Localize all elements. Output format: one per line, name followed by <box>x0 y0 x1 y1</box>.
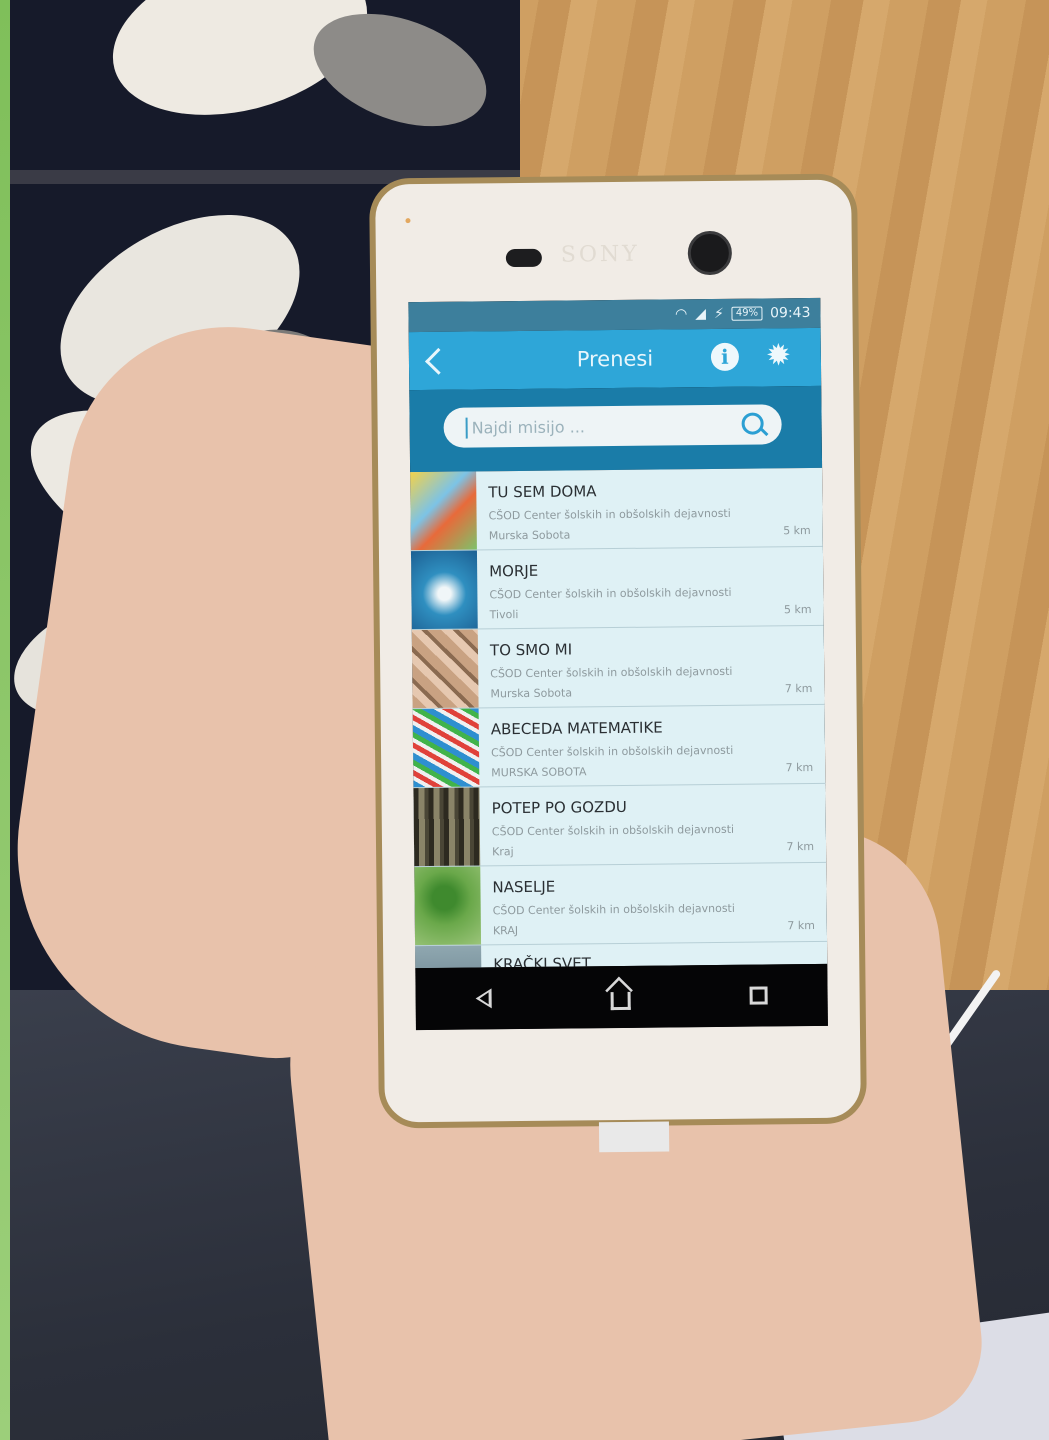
phone-screen: ◠ ◢ ⚡ 49% 09:43 Prenesi i ✹ TU SEM DOMA … <box>408 297 828 1031</box>
mission-organization: CŠOD Center šolskih in obšolskih dejavno… <box>488 506 731 523</box>
mission-location: Tivoli <box>489 608 519 622</box>
mission-organization: CŠOD Center šolskih in obšolskih dejavno… <box>490 743 734 760</box>
mission-title: MORJE <box>489 561 539 581</box>
page-title: Prenesi <box>576 346 654 372</box>
nav-back-icon[interactable] <box>475 988 492 1009</box>
green-edge-strip <box>0 0 10 1440</box>
mission-thumbnail <box>412 708 480 788</box>
nav-home-icon[interactable] <box>610 991 631 1011</box>
app-bar: Prenesi i ✹ <box>408 327 822 391</box>
list-item[interactable]: TO SMO MI CŠOD Center šolskih in obšolsk… <box>411 625 825 710</box>
brand-logo: SONY <box>560 241 640 268</box>
mission-location: Murska Sobota <box>490 686 573 701</box>
mission-thumbnail <box>414 866 482 946</box>
mission-title: TO SMO MI <box>489 640 573 660</box>
mission-organization: CŠOD Center šolskih in obšolskih dejavno… <box>491 822 735 839</box>
mission-location: Kraj <box>492 845 514 859</box>
mission-organization: CŠOD Center šolskih in obšolskih dejavno… <box>492 901 735 918</box>
android-nav-bar <box>415 963 828 1031</box>
mission-thumbnail <box>410 550 478 630</box>
status-bar: ◠ ◢ ⚡ 49% 09:43 <box>408 297 821 333</box>
list-item[interactable]: MORJE CŠOD Center šolskih in obšolskih d… <box>410 546 824 631</box>
search-bar-area <box>409 385 823 473</box>
mission-thumbnail <box>411 629 479 709</box>
clock: 09:43 <box>770 304 811 322</box>
mission-title: ABECEDA MATEMATIKE <box>490 718 663 739</box>
nav-recent-icon[interactable] <box>749 986 769 1005</box>
wifi-icon: ◠ <box>674 306 688 323</box>
info-icon[interactable]: i <box>710 342 740 372</box>
mission-thumbnail <box>415 945 482 969</box>
battery-level: 49% <box>731 306 763 321</box>
mission-distance: 7 km <box>787 918 815 933</box>
mission-thumbnail <box>410 471 477 551</box>
search-icon[interactable] <box>741 412 764 435</box>
mission-distance: 7 km <box>784 681 813 696</box>
search-input[interactable] <box>465 414 734 439</box>
usb-connector <box>598 1121 670 1153</box>
mission-list: TU SEM DOMA CŠOD Center šolskih in obšol… <box>410 467 828 969</box>
front-camera <box>687 230 733 276</box>
mission-organization: CŠOD Center šolskih in obšolskih dejavno… <box>490 664 733 681</box>
smartphone: SONY ◠ ◢ ⚡ 49% 09:43 Prenesi i ✹ TU SEM … <box>369 173 867 1153</box>
mission-organization: CŠOD Center šolskih in obšolskih dejavno… <box>489 585 732 602</box>
proximity-sensor <box>405 218 411 224</box>
mission-title: TU SEM DOMA <box>488 482 597 502</box>
mission-location: Murska Sobota <box>488 528 571 543</box>
list-item[interactable]: NASELJE CŠOD Center šolskih in obšolskih… <box>414 862 828 947</box>
list-item[interactable]: TU SEM DOMA CŠOD Center šolskih in obšol… <box>410 467 823 552</box>
signal-icon: ◢ <box>695 306 707 323</box>
mission-distance: 7 km <box>785 760 814 775</box>
earpiece <box>505 248 542 268</box>
mission-distance: 5 km <box>783 602 812 617</box>
list-item[interactable]: ABECEDA MATEMATIKE CŠOD Center šolskih i… <box>412 704 826 789</box>
search-box <box>443 404 782 448</box>
mission-title: NASELJE <box>492 877 556 897</box>
charging-icon: ⚡ <box>713 305 724 322</box>
mission-title: POTEP PO GOZDU <box>491 797 627 818</box>
mission-location: MURSKA SOBOTA <box>491 765 587 780</box>
mission-thumbnail <box>413 787 481 867</box>
mission-distance: 5 km <box>783 523 811 538</box>
mission-distance: 7 km <box>786 839 815 854</box>
mission-location: KRAJ <box>492 924 519 938</box>
gear-icon[interactable]: ✹ <box>766 338 792 373</box>
list-item[interactable]: POTEP PO GOZDU CŠOD Center šolskih in ob… <box>413 783 827 868</box>
